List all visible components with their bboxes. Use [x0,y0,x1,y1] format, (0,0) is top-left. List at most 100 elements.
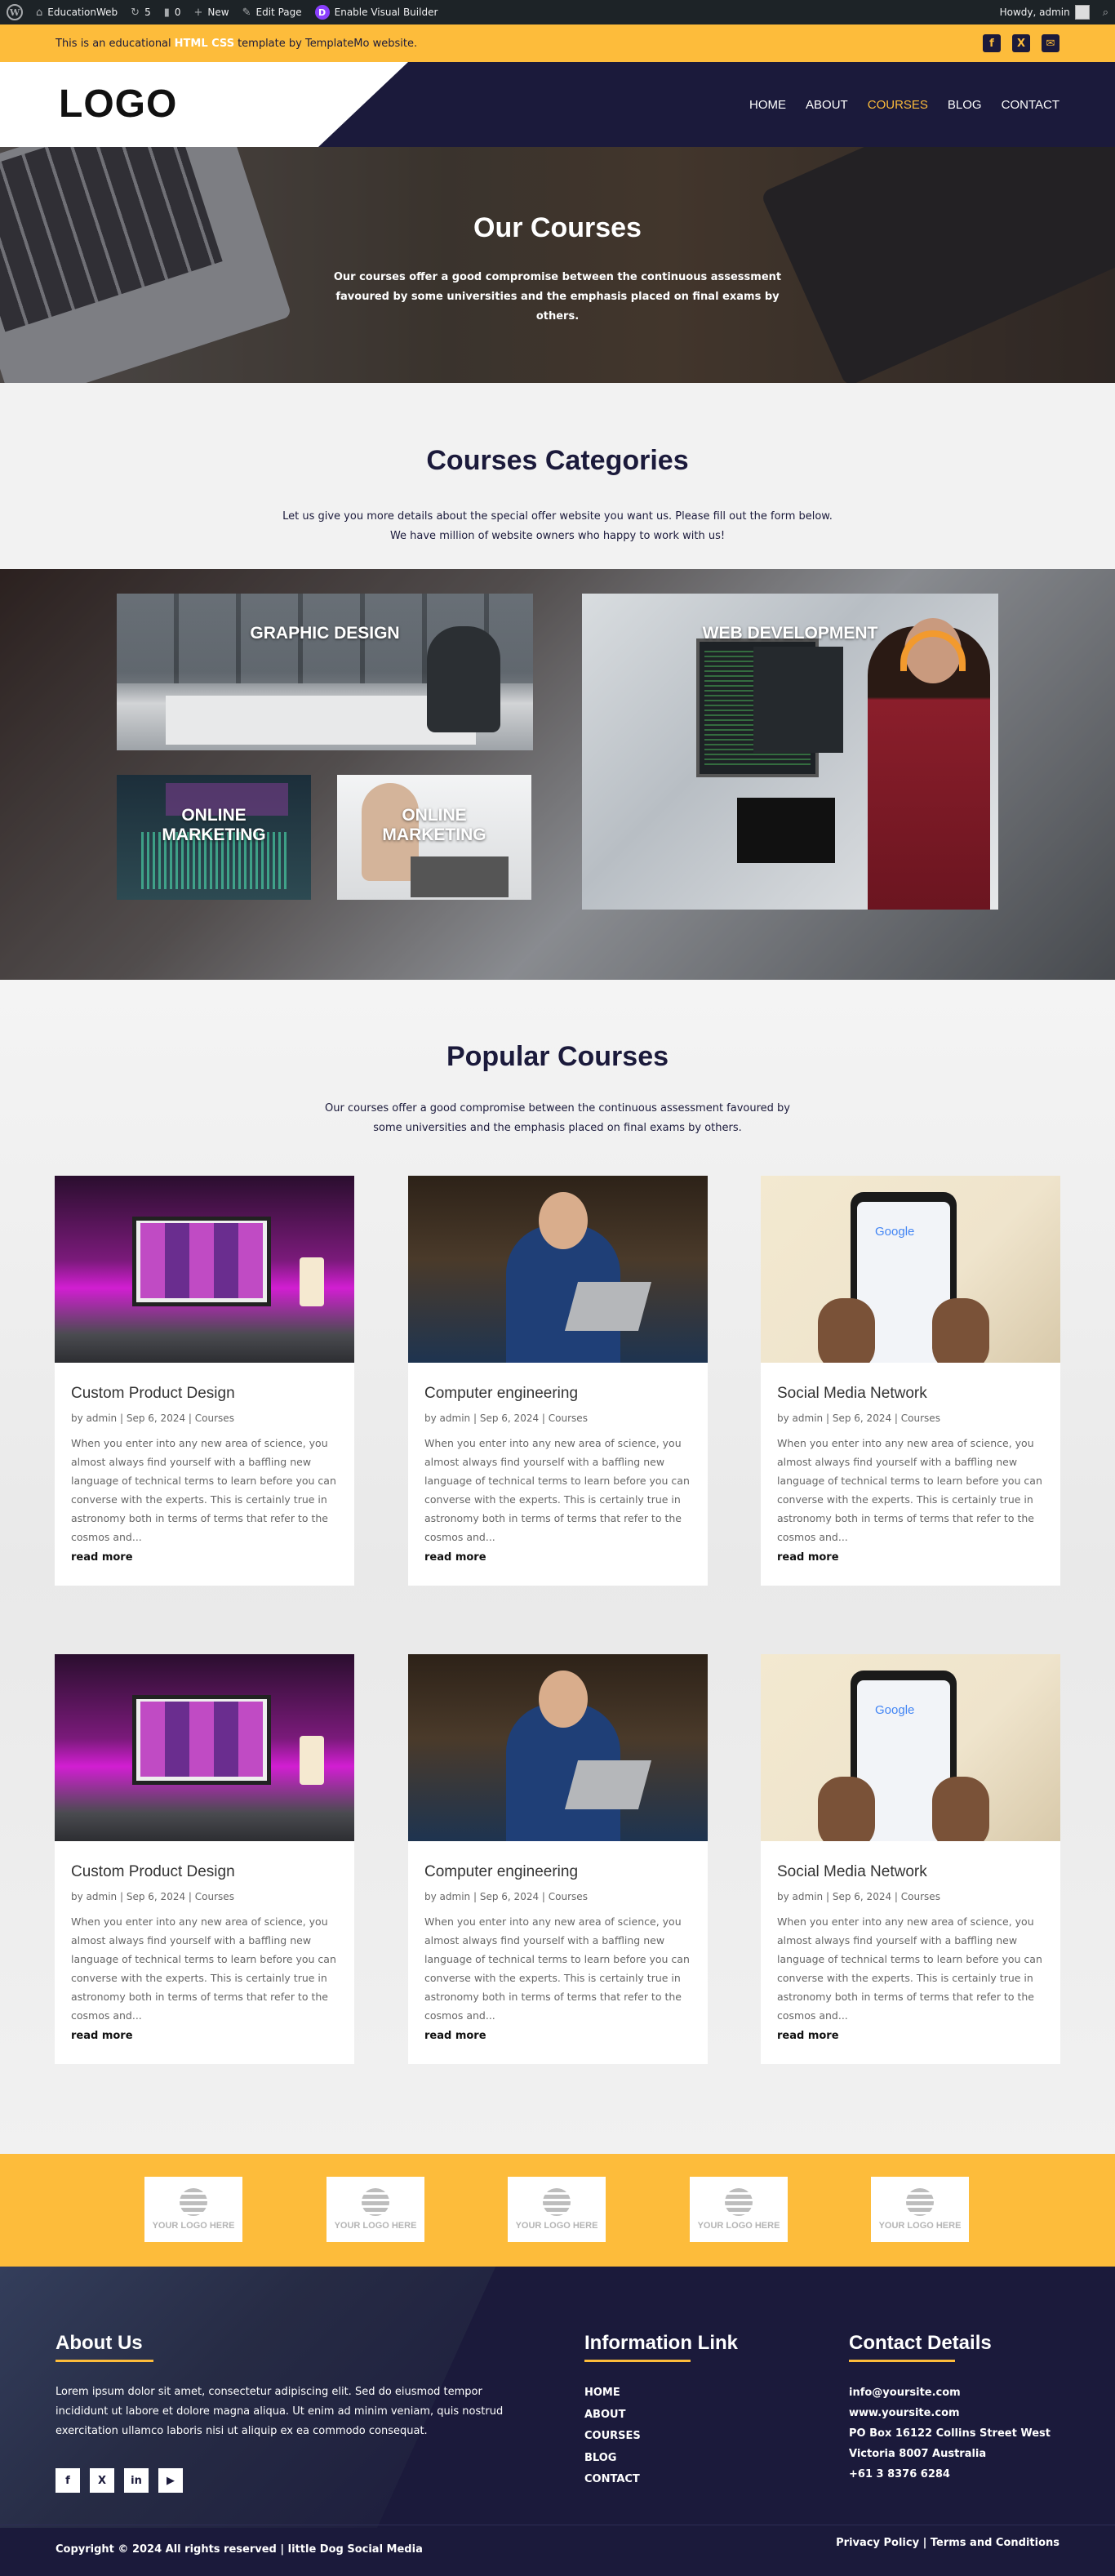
category-online-marketing[interactable]: ONLINE MARKETING [117,775,311,900]
new-content-link[interactable]: + New [188,0,236,24]
partner-logo[interactable]: YOUR LOGO HERE [871,2177,969,2242]
course-meta: by admin | Sep 6, 2024 | Courses [71,1891,234,1902]
author-link[interactable]: admin [793,1413,824,1424]
refresh-icon: ↻ [131,6,140,19]
read-more-link[interactable]: read more [777,2030,839,2042]
course-title[interactable]: Computer engineering [424,1385,578,1403]
footer-social: f X in ▶ [56,2468,183,2493]
course-title[interactable]: Social Media Network [777,1385,927,1403]
updates-link[interactable]: ↻ 5 [124,0,158,24]
read-more-link[interactable]: read more [424,2030,486,2042]
course-title[interactable]: Custom Product Design [71,1863,235,1881]
author-link[interactable]: admin [793,1891,824,1902]
category-graphic-design[interactable]: GRAPHIC DESIGN [117,594,533,750]
footer-link-blog[interactable]: BLOG [584,2448,641,2470]
category-web-development[interactable]: WEB DEVELOPMENT [582,594,998,910]
pencil-icon: ✎ [242,6,251,19]
course-card: Custom Product Design by admin | Sep 6, … [55,1654,354,2064]
contact-address-line1: PO Box 16122 Collins Street West [849,2427,1051,2440]
course-title[interactable]: Custom Product Design [71,1385,235,1403]
nav-contact[interactable]: CONTACT [1002,98,1059,112]
hero-text: Our courses offer a good compromise betw… [333,271,782,323]
contact-email[interactable]: info@yoursite.com [849,2382,1051,2403]
category-label: GRAPHIC DESIGN [250,624,400,643]
course-excerpt: When you enter into any new area of scie… [777,1915,1042,2022]
privacy-policy-link[interactable]: Privacy Policy [836,2537,919,2549]
course-thumbnail[interactable]: Google [761,1654,1060,1841]
page-hero: Our Courses Our courses offer a good com… [0,147,1115,383]
terms-link[interactable]: Terms and Conditions [931,2537,1059,2549]
nav-courses[interactable]: COURSES [868,98,928,112]
categories-title: Courses Categories [426,445,689,476]
visual-builder-link[interactable]: D Enable Visual Builder [309,0,445,24]
course-card: Google Social Media Network by admin | S… [761,1176,1060,1586]
comments-link[interactable]: ▮ 0 [158,0,188,24]
account-menu[interactable]: Howdy, admin [993,0,1096,24]
categories-text: Let us give you more details about the s… [282,510,833,542]
category-link[interactable]: Courses [195,1413,234,1424]
category-online-marketing-2[interactable]: ONLINE MARKETING [337,775,531,900]
course-excerpt: When you enter into any new area of scie… [71,1915,336,2022]
footer-about-text: Lorem ipsum dolor sit amet, consectetur … [56,2386,504,2437]
notice-text-end: template by TemplateMo website. [238,37,418,50]
read-more-link[interactable]: read more [71,1551,133,1564]
contact-website[interactable]: www.yoursite.com [849,2403,1051,2423]
site-logo[interactable]: LOGO [59,82,177,127]
course-meta: by admin | Sep 6, 2024 | Courses [777,1413,940,1424]
facebook-icon[interactable]: f [56,2468,80,2493]
popular-courses: Popular Courses Our courses offer a good… [0,980,1115,2154]
course-thumbnail[interactable]: Google [761,1176,1060,1363]
course-thumbnail[interactable] [408,1654,708,1841]
category-link[interactable]: Courses [195,1891,234,1902]
wordpress-menu[interactable]: W [0,0,29,24]
author-link[interactable]: admin [87,1891,118,1902]
course-card: Custom Product Design by admin | Sep 6, … [55,1176,354,1586]
course-title[interactable]: Computer engineering [424,1863,578,1881]
footer-about-title: About Us [56,2332,143,2354]
footer-link-contact[interactable]: CONTACT [584,2469,641,2491]
nav-home[interactable]: HOME [749,98,786,112]
footer-link-home[interactable]: HOME [584,2382,641,2405]
partner-logo[interactable]: YOUR LOGO HERE [327,2177,424,2242]
read-more-link[interactable]: read more [777,1551,839,1564]
course-meta: by admin | Sep 6, 2024 | Courses [424,1891,588,1902]
avatar [1074,5,1090,20]
partner-logo[interactable]: YOUR LOGO HERE [144,2177,242,2242]
footer-contact: info@yoursite.com www.yoursite.com PO Bo… [849,2382,1051,2485]
author-link[interactable]: admin [87,1413,118,1424]
partner-logo[interactable]: YOUR LOGO HERE [508,2177,606,2242]
youtube-icon[interactable]: ▶ [158,2468,183,2493]
read-more-link[interactable]: read more [424,1551,486,1564]
email-icon[interactable]: ✉ [1042,34,1059,52]
course-thumbnail[interactable] [55,1654,354,1841]
popular-intro: Our courses offer a good compromise betw… [325,1102,790,1134]
author-link[interactable]: admin [440,1891,471,1902]
linkedin-icon[interactable]: in [124,2468,149,2493]
course-thumbnail[interactable] [55,1176,354,1363]
category-link[interactable]: Courses [901,1413,940,1424]
footer-link-about[interactable]: ABOUT [584,2405,641,2427]
category-link[interactable]: Courses [549,1413,588,1424]
edit-page-link[interactable]: ✎ Edit Page [236,0,309,24]
partner-logo[interactable]: YOUR LOGO HERE [690,2177,788,2242]
categories-header: Courses Categories Let us give you more … [0,383,1115,569]
footer-link-courses[interactable]: COURSES [584,2426,641,2448]
search-icon: ⌕ [1102,6,1108,19]
read-more-link[interactable]: read more [71,2030,133,2042]
contact-phone[interactable]: +61 3 8376 6284 [849,2464,1051,2485]
nav-blog[interactable]: BLOG [948,98,982,112]
category-link[interactable]: Courses [549,1891,588,1902]
footer-divider [584,2360,691,2362]
nav-about[interactable]: ABOUT [806,98,848,112]
notice-highlight-link[interactable]: HTML CSS [175,38,234,50]
search-button[interactable]: ⌕ [1096,0,1115,24]
course-meta: by admin | Sep 6, 2024 | Courses [777,1891,940,1902]
x-icon[interactable]: X [90,2468,114,2493]
course-thumbnail[interactable] [408,1176,708,1363]
x-icon[interactable]: X [1012,34,1030,52]
facebook-icon[interactable]: f [983,34,1001,52]
site-name-link[interactable]: ⌂ EducationWeb [29,0,124,24]
course-title[interactable]: Social Media Network [777,1863,927,1881]
author-link[interactable]: admin [440,1413,471,1424]
category-link[interactable]: Courses [901,1891,940,1902]
